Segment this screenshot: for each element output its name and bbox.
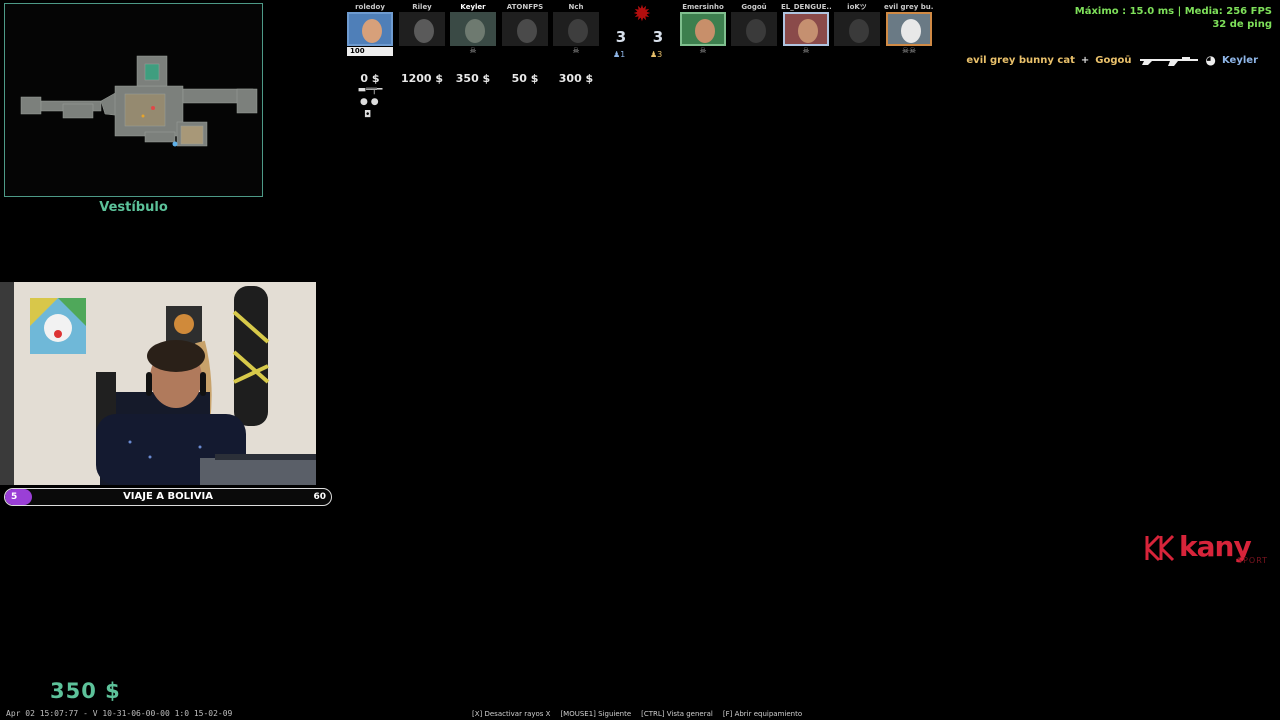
t-player-5[interactable]: evil grey bu.. ☠☠	[884, 2, 934, 56]
player-avatar	[450, 12, 496, 46]
t-player-3[interactable]: EL_DENGUE.. ☠	[781, 2, 831, 56]
sponsor-logo: kany SPORT	[1145, 530, 1280, 570]
sponsor-sub: SPORT	[1237, 556, 1269, 565]
player-avatar	[680, 12, 726, 46]
player-name: ioKツ	[847, 3, 867, 11]
map-location-label: Vestíbulo	[99, 200, 168, 215]
skull-icon: ☠	[469, 46, 477, 55]
player-dot	[172, 141, 178, 147]
t-player-4[interactable]: ioKツ	[832, 2, 882, 46]
player-name: Riley	[412, 3, 432, 11]
t-player-2[interactable]: Gogoū	[729, 2, 779, 46]
player-money-display: 350 $	[50, 679, 121, 703]
player-avatar	[886, 12, 932, 46]
killfeed-attacker: evil grey bunny cat	[966, 54, 1075, 66]
skull-icon: ☠	[699, 46, 707, 55]
player-money: 300 $	[558, 72, 594, 85]
ct-player-4[interactable]: ATONFPS 50 $	[500, 2, 550, 85]
killfeed-victim: Keyler	[1221, 54, 1258, 66]
t-player-1[interactable]: Emersinho ☠	[678, 2, 728, 56]
bomb-icon: ✹	[632, 2, 652, 27]
t-alive-count: ♟3	[650, 50, 663, 59]
goal-target: 60	[313, 492, 326, 502]
kany-logo-icon	[1145, 534, 1175, 562]
ct-score: 3	[615, 28, 627, 46]
grenade-icon: ● ●	[360, 97, 379, 107]
headshot-icon: ◕	[1205, 53, 1216, 67]
player-avatar	[834, 12, 880, 46]
health-bar: 100	[347, 47, 393, 56]
player-name: roledoy	[355, 3, 385, 11]
killfeed-assister: Gogoū	[1095, 54, 1132, 66]
player-name: EL_DENGUE..	[781, 3, 831, 11]
player-money: 0 $	[360, 72, 380, 85]
webcam-image	[0, 282, 316, 485]
debug-info: Apr 02 15:07:77 - V 10-31-06-00-00 1:0 1…	[6, 709, 233, 718]
skull-icon: ☠	[802, 46, 810, 55]
defuse-kit-icon: ◘	[364, 110, 372, 120]
net-graph: Máximo : 15.0 ms | Media: 256 FPS 32 de …	[1075, 5, 1272, 31]
minimap	[4, 3, 263, 197]
ct-player-5[interactable]: Nch ☠ 300 $	[551, 2, 601, 85]
player-avatar	[347, 12, 393, 46]
t-score: 3	[652, 28, 664, 46]
enemy-dot	[151, 106, 155, 110]
netgraph-line-1: Máximo : 15.0 ms | Media: 256 FPS	[1074, 6, 1272, 17]
donation-goal-bar: 5 VIAJE A BOLIVIA 60	[4, 488, 332, 506]
player-avatar	[783, 12, 829, 46]
minimap-radar	[20, 55, 258, 147]
player-name: ATONFPS	[506, 3, 544, 11]
hint-equipment: [F] Abrir equipamiento	[722, 710, 803, 718]
ct-player-2[interactable]: Riley 1200 $	[397, 2, 447, 85]
webcam-feed	[0, 282, 316, 485]
goal-title: VIAJE A BOLIVIA	[123, 491, 213, 502]
scoreboard: roledoy 100 0 $ ▬═╤━ ● ● ◘ Riley 1200 $ …	[345, 2, 935, 122]
player-avatar	[502, 12, 548, 46]
hint-xray: [X] Desactivar rayos X	[472, 710, 551, 718]
ct-alive-count: ♟1	[613, 50, 626, 59]
rifle-icon	[1139, 57, 1198, 66]
player-avatar	[731, 12, 777, 46]
player-name: Gogoū	[741, 3, 767, 11]
player-avatar	[553, 12, 599, 46]
player-name: Emersinho	[682, 3, 724, 11]
player-name: Keyler	[460, 3, 486, 11]
player-name: evil grey bu..	[884, 3, 934, 11]
player-name: Nch	[568, 3, 584, 11]
killfeed-entry: evil grey bunny cat + Gogoū ◕ Keyler	[966, 50, 1258, 70]
hint-overview: [CTRL] Vista general	[641, 710, 713, 718]
player-avatar	[399, 12, 445, 46]
ct-player-3[interactable]: Keyler ☠ 350 $	[447, 2, 499, 118]
player-money: 350 $	[455, 72, 491, 85]
skull-icon: ☠☠	[901, 46, 917, 55]
skull-icon: ☠	[572, 46, 580, 55]
key-hints: [X] Desactivar rayos X [MOUSE1] Siguient…	[472, 710, 802, 718]
rifle-icon: ▬═╤━	[357, 85, 383, 95]
netgraph-line-2: 32 de ping	[1212, 19, 1272, 30]
hint-next: [MOUSE1] Siguiente	[560, 710, 632, 718]
ct-player-1[interactable]: roledoy 100 0 $ ▬═╤━ ● ● ◘	[345, 2, 395, 120]
killfeed-plus: +	[1080, 54, 1090, 66]
